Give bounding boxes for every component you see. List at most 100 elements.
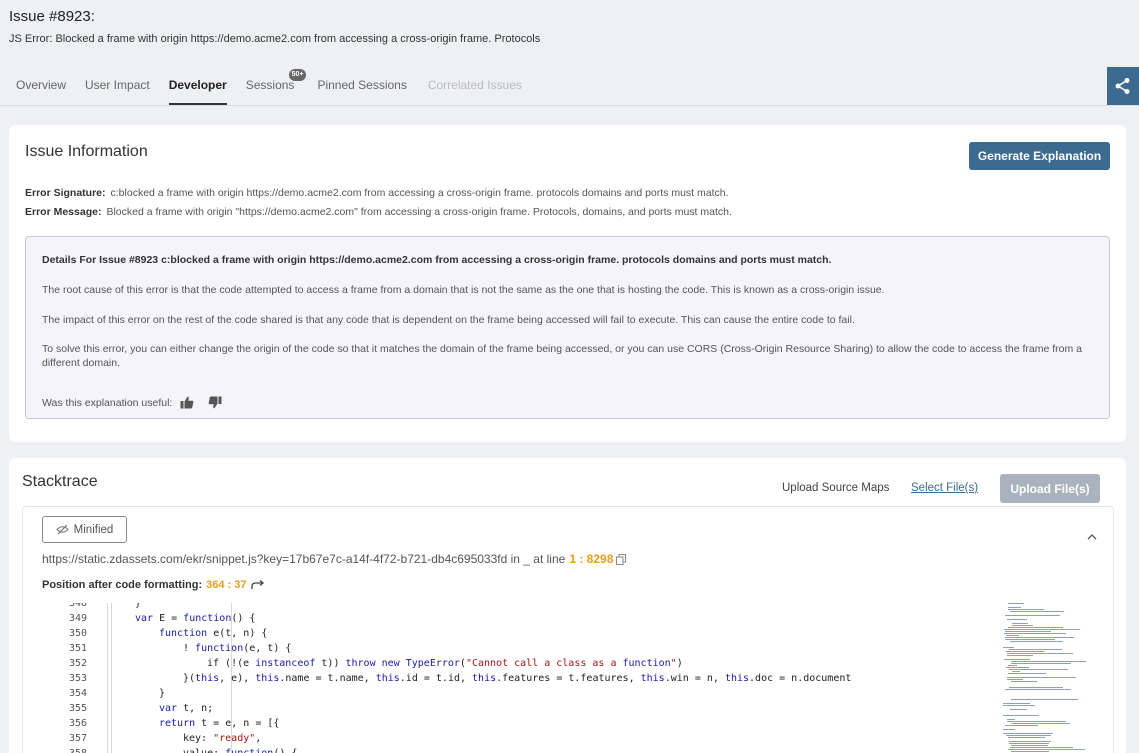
code-line: 350 function e(t, n) {	[23, 626, 963, 641]
explanation-solution: To solve this error, you can either chan…	[42, 343, 1083, 369]
tab-label: Correlated Issues	[427, 78, 522, 92]
minimap-line	[1007, 655, 1033, 656]
minimap-line	[1007, 719, 1015, 720]
tab-bar: Overview User Impact Developer Sessions 5…	[0, 69, 525, 106]
minimap-line	[1009, 649, 1062, 650]
sessions-count-badge: 50+	[288, 69, 307, 81]
code-text: if (!(e instanceof t)) throw new TypeErr…	[207, 658, 683, 669]
error-signature-row: Error Signature: c:blocked a frame with o…	[25, 187, 729, 199]
frame-line-position: 1 : 8298	[569, 552, 614, 566]
minified-label: Minified	[73, 523, 114, 536]
tab-label: Overview	[16, 78, 67, 92]
goto-arrow-icon[interactable]	[250, 580, 265, 590]
code-text: key: "ready",	[183, 733, 262, 744]
minimap-line	[1010, 747, 1073, 748]
code-viewer[interactable]: 348} 349 var E = function() {350 function e…	[23, 603, 1113, 753]
error-message-value: Blocked a frame with origin "https://dem…	[106, 206, 732, 218]
line-number: 357	[68, 733, 87, 744]
minimap-line	[1005, 615, 1060, 616]
line-number: 358	[61, 746, 87, 753]
thumbs-down-icon[interactable]	[208, 396, 222, 409]
minimap-line	[1012, 625, 1033, 626]
line-number: 349	[68, 613, 87, 624]
minimap-line	[1012, 671, 1020, 672]
code-text: var E = function() {	[135, 613, 256, 624]
minimap-line	[1008, 737, 1045, 738]
thumbs-up-icon[interactable]	[180, 396, 194, 409]
minimap-line	[1008, 665, 1017, 666]
code-line: 352 if (!(e instanceof t)) throw new Type…	[23, 656, 963, 671]
minimap-line	[1007, 619, 1027, 620]
chevron-up-icon[interactable]	[1086, 533, 1098, 541]
tab-label: Sessions	[245, 78, 295, 92]
minimap-line	[1003, 703, 1030, 704]
minimap-line	[1008, 627, 1063, 628]
code-minimap[interactable]	[973, 603, 1098, 753]
copy-icon[interactable]	[616, 553, 627, 565]
stacktrace-title: Stacktrace	[22, 473, 98, 490]
code-text: var t, n;	[159, 703, 214, 714]
minimap-line	[1010, 709, 1027, 710]
select-files-link[interactable]: Select File(s)	[911, 482, 978, 494]
code-line: 355 var t, n;	[23, 701, 963, 716]
tab-sessions[interactable]: Sessions 50+	[245, 69, 307, 105]
tab-pinned-sessions[interactable]: Pinned Sessions	[317, 70, 406, 105]
line-number: 352	[68, 658, 87, 669]
minimap-line	[1009, 741, 1051, 742]
eye-off-icon	[55, 524, 69, 535]
minimap-line	[1007, 721, 1066, 722]
formatted-position-value: 364 : 37	[206, 579, 247, 591]
error-message-row: Error Message: Blocked a frame with origi…	[25, 206, 732, 218]
line-number: 351	[68, 643, 87, 654]
code-text: }(this, e), this.name = t.name, this.id …	[183, 673, 852, 684]
tab-label: Pinned Sessions	[317, 78, 407, 92]
tab-overview[interactable]: Overview	[16, 70, 66, 105]
tab-user-impact[interactable]: User Impact	[85, 70, 150, 105]
generate-explanation-button[interactable]: Generate Explanation	[969, 142, 1110, 170]
minimap-line	[1008, 749, 1085, 750]
tab-label: Developer	[168, 78, 227, 92]
line-number: 356	[68, 718, 87, 729]
feedback-row: Was this explanation useful:	[42, 396, 222, 409]
explanation-box: Details For Issue #8923 c:blocked a fram…	[25, 236, 1110, 419]
minimap-line	[1005, 725, 1038, 726]
code-text: }	[135, 603, 142, 609]
minified-toggle[interactable]: Minified	[42, 516, 127, 543]
explanation-heading: Details For Issue #8923 c:blocked a fram…	[42, 254, 832, 266]
upload-source-maps-label: Upload Source Maps	[782, 482, 890, 494]
minimap-line	[1008, 673, 1046, 674]
minimap-line	[1011, 661, 1086, 662]
share-icon	[1115, 78, 1130, 94]
minimap-line	[1012, 723, 1070, 724]
issue-information-card: Issue Information Generate Explanation E…	[9, 125, 1126, 442]
code-line: 351 ! function(e, t) {	[23, 641, 963, 656]
minimap-line	[1005, 689, 1071, 690]
code-line: 356 return t = e, n = [{	[23, 716, 963, 731]
explanation-root-cause: The root cause of this error is that the…	[42, 284, 885, 296]
code-text: ! function(e, t) {	[183, 643, 292, 654]
minimap-line	[1009, 669, 1068, 670]
feedback-label: Was this explanation useful:	[42, 396, 173, 409]
minimap-line	[1006, 635, 1019, 636]
error-signature-value: c:blocked a frame with origin https://de…	[110, 187, 729, 199]
minimap-line	[1003, 733, 1053, 734]
minimap-line	[1011, 681, 1037, 682]
share-button[interactable]	[1107, 67, 1139, 105]
minimap-line	[1003, 715, 1039, 716]
code-text: return t = e, n = [{	[159, 718, 280, 729]
minimap-line	[1011, 663, 1071, 664]
code-line: 353 }(this, e), this.name = t.name, this.…	[23, 671, 963, 686]
minimap-line	[1006, 735, 1051, 736]
line-number: 353	[68, 673, 87, 684]
minimap-line	[1007, 653, 1073, 654]
code-line: 354}	[23, 686, 963, 701]
minimap-line	[1010, 611, 1064, 612]
code-text: function e(t, n) {	[159, 628, 268, 639]
error-signature-label: Error Signature:	[25, 187, 106, 199]
minimap-line	[1008, 603, 1024, 604]
tab-developer[interactable]: Developer	[168, 70, 227, 105]
frame-location: https://static.zdassets.com/ekr/snippet.…	[42, 552, 627, 566]
upload-files-button: Upload File(s)	[1000, 474, 1100, 503]
line-number: 355	[68, 703, 87, 714]
stack-frame: Minified https://static.zdassets.com/ekr…	[22, 506, 1114, 753]
